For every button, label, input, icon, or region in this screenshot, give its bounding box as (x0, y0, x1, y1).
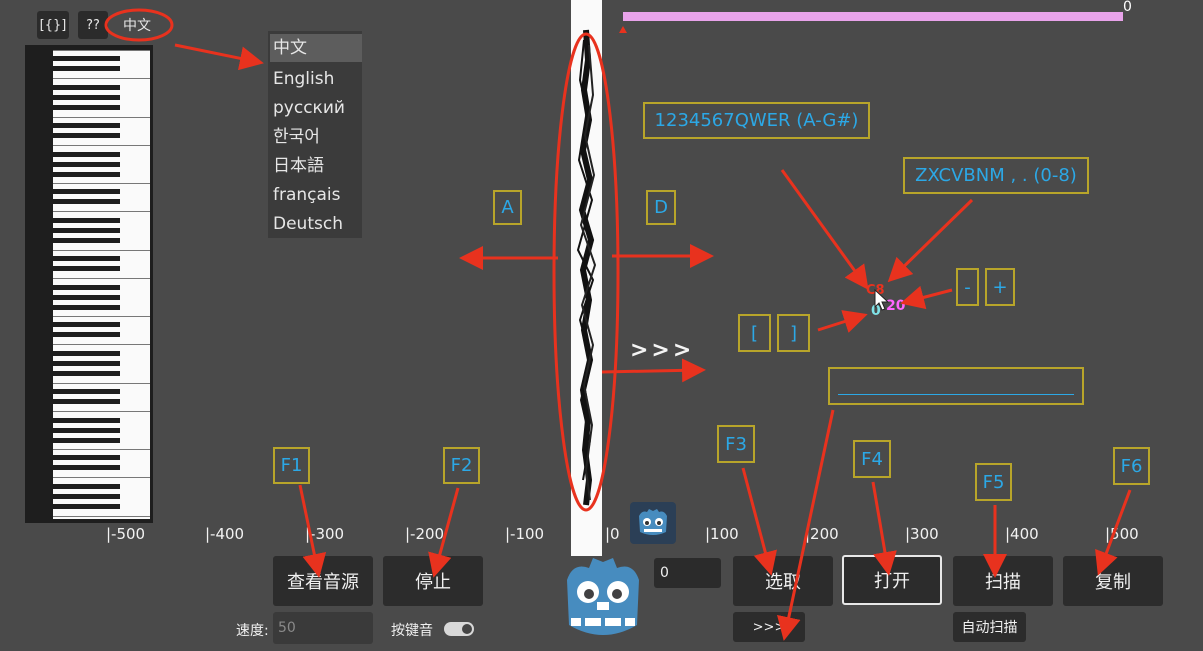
arrow-f1 (298, 484, 327, 578)
arrow-note-keys (780, 169, 869, 290)
arrow-f3 (741, 467, 777, 576)
arrow-f4 (871, 481, 897, 576)
arrow-input-box (777, 409, 835, 641)
arrow-f6 (1095, 489, 1132, 576)
annotation-overlay (104, 8, 1132, 641)
arrow-forward (601, 358, 706, 383)
arrow-brackets (817, 310, 868, 333)
annotation-ellipse-waveform (552, 32, 620, 512)
arrow-plus-minus (900, 285, 953, 310)
arrow-to-language-menu (174, 43, 264, 71)
arrow-octave-keys (887, 198, 974, 283)
arrow-f2 (428, 487, 460, 578)
annotation-ellipse-language (104, 8, 174, 42)
